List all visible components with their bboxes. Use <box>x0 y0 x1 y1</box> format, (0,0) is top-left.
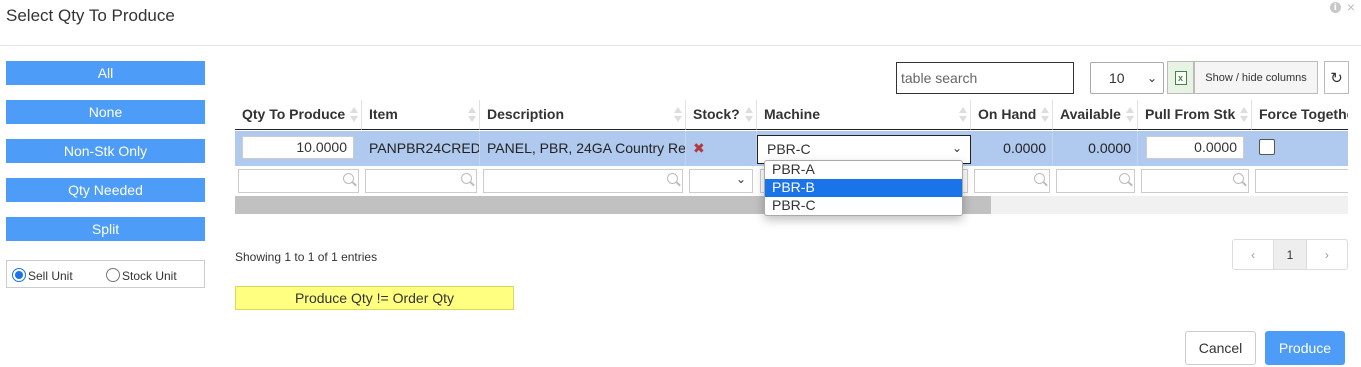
machine-dropdown-list: PBR-A PBR-B PBR-C <box>764 160 963 216</box>
search-icon <box>1119 173 1130 184</box>
filter-stock-select[interactable]: ⌄ <box>689 169 753 193</box>
col-header-on-hand-label: On Hand <box>978 106 1037 122</box>
machine-option-pbr-a[interactable]: PBR-A <box>765 161 962 179</box>
stock-unit-radio[interactable]: Stock Unit <box>106 266 177 283</box>
entries-info: Showing 1 to 1 of 1 entries <box>235 250 378 264</box>
sort-icon <box>674 107 682 123</box>
x-icon: ✖ <box>693 141 705 157</box>
show-hide-columns-button[interactable]: Show / hide columns <box>1194 61 1318 94</box>
pagination: ‹ 1 › <box>1232 239 1348 270</box>
dialog-title: Select Qty To Produce <box>6 6 175 25</box>
excel-export-button[interactable]: x <box>1167 61 1194 94</box>
col-header-machine[interactable]: Machine <box>757 100 971 130</box>
col-header-stock-label: Stock? <box>693 106 740 122</box>
col-header-force-together-label: Force Together <box>1259 106 1348 122</box>
excel-icon: x <box>1174 70 1187 85</box>
filter-item-input[interactable] <box>365 169 477 193</box>
on-hand-cell: 0.0000 <box>971 131 1053 166</box>
machine-option-pbr-b[interactable]: PBR-B <box>765 179 962 197</box>
pull-from-stk-input[interactable]: 0.0000 <box>1146 136 1244 159</box>
qty-warning-banner: Produce Qty != Order Qty <box>235 286 514 310</box>
col-header-description-label: Description <box>487 106 565 122</box>
previous-page-button[interactable]: ‹ <box>1233 240 1273 269</box>
unit-radio-group: Sell Unit Stock Unit <box>6 260 205 288</box>
search-icon <box>461 173 472 184</box>
col-header-force-together[interactable]: Force Together <box>1252 100 1348 130</box>
qty-needed-button[interactable]: Qty Needed <box>6 178 205 202</box>
machine-select-value: PBR-C <box>767 141 811 157</box>
search-icon <box>343 173 354 184</box>
sort-icon <box>1126 107 1134 123</box>
filter-force-together-input[interactable] <box>1255 169 1348 193</box>
col-header-available[interactable]: Available <box>1053 100 1138 130</box>
col-header-item[interactable]: Item <box>362 100 480 130</box>
page-length-value: 10 <box>1109 70 1125 86</box>
split-button[interactable]: Split <box>6 217 205 241</box>
filter-description-input[interactable] <box>483 169 683 193</box>
page-1-button[interactable]: 1 <box>1273 240 1307 269</box>
search-icon <box>1233 173 1244 184</box>
stock-unit-label: Stock Unit <box>122 269 177 283</box>
col-header-qty-label: Qty To Produce <box>242 106 346 122</box>
non-stk-only-button[interactable]: Non-Stk Only <box>6 139 205 163</box>
filter-qty-input[interactable] <box>238 169 359 193</box>
col-header-on-hand[interactable]: On Hand <box>971 100 1053 130</box>
item-cell: PANPBR24CRED <box>362 131 480 166</box>
qty-to-produce-input[interactable]: 10.0000 <box>242 136 354 159</box>
info-icon[interactable]: i <box>1329 2 1341 13</box>
stock-cell: ✖ <box>686 131 757 166</box>
col-header-pull-from-stk-label: Pull From Stk <box>1145 106 1236 122</box>
cancel-button[interactable]: Cancel <box>1185 331 1256 365</box>
machine-option-pbr-c[interactable]: PBR-C <box>765 197 962 215</box>
next-page-button[interactable]: › <box>1307 240 1347 269</box>
force-together-checkbox[interactable] <box>1259 139 1275 155</box>
col-header-stock[interactable]: Stock? <box>686 100 757 130</box>
col-header-description[interactable]: Description <box>480 100 686 130</box>
sort-icon <box>1041 107 1049 123</box>
description-cell: PANEL, PBR, 24GA Country Red <box>480 131 686 166</box>
filter-on-hand-input[interactable] <box>974 169 1050 193</box>
filter-available-input[interactable] <box>1056 169 1135 193</box>
col-header-item-label: Item <box>369 106 398 122</box>
header-divider <box>0 45 1361 46</box>
sort-icon <box>745 107 753 123</box>
chevron-down-icon: ⌄ <box>951 141 962 155</box>
col-header-qty[interactable]: Qty To Produce <box>235 100 362 130</box>
col-header-machine-label: Machine <box>764 106 821 122</box>
search-icon <box>1034 173 1045 184</box>
col-header-pull-from-stk[interactable]: Pull From Stk <box>1138 100 1252 130</box>
chevron-down-icon: ⌄ <box>1146 71 1157 85</box>
table-search-input[interactable] <box>896 62 1074 94</box>
select-all-button[interactable]: All <box>6 61 205 85</box>
page-length-select[interactable]: 10 ⌄ <box>1090 62 1164 94</box>
search-icon <box>667 173 678 184</box>
sort-icon <box>959 107 967 123</box>
produce-button[interactable]: Produce <box>1265 331 1345 365</box>
sort-icon <box>350 107 358 123</box>
sell-unit-label: Sell Unit <box>28 269 73 283</box>
header-icons: i × <box>1329 0 1355 14</box>
sell-unit-radio[interactable]: Sell Unit <box>12 266 73 283</box>
sort-icon <box>1240 107 1248 123</box>
filter-pull-from-stk-input[interactable] <box>1141 169 1249 193</box>
col-header-available-label: Available <box>1060 106 1121 122</box>
chevron-down-icon: ⌄ <box>735 172 746 186</box>
refresh-icon: ↻ <box>1330 69 1343 87</box>
radio-checked-icon[interactable] <box>12 267 26 282</box>
sort-icon <box>468 107 476 123</box>
radio-unchecked-icon[interactable] <box>106 267 120 282</box>
reset-button[interactable]: ↻ <box>1324 61 1349 94</box>
close-icon[interactable]: × <box>1347 0 1355 14</box>
select-none-button[interactable]: None <box>6 100 205 124</box>
available-cell: 0.0000 <box>1053 131 1138 166</box>
